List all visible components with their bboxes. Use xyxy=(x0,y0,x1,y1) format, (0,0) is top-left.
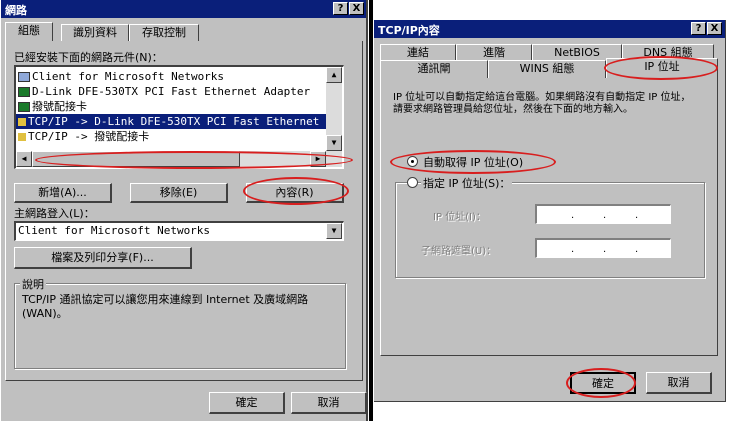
scroll-left-button[interactable]: ◀ xyxy=(16,151,32,167)
components-list[interactable]: Client for Microsoft Networks D-Link DFE… xyxy=(14,65,344,169)
ok-button[interactable]: 確定 xyxy=(570,372,636,394)
properties-button[interactable]: 內容(R) xyxy=(246,183,344,203)
tab-access-control[interactable]: 存取控制 xyxy=(129,24,199,42)
tcpip-window-titlebar[interactable]: TCP/IP內容 ? X xyxy=(374,20,725,38)
intro-text: IP 位址可以自動指定給這台電腦。如果網路沒有自動指定 IP 位址，請要求網路管… xyxy=(393,92,691,115)
list-item[interactable]: Client for Microsoft Networks xyxy=(18,69,224,84)
network-adapter-icon xyxy=(18,102,30,112)
radio-manual-ip-label[interactable]: 指定 IP 位址(S)： xyxy=(421,175,513,191)
network-adapter-icon xyxy=(18,87,30,97)
ip-address-label: IP 位址(I)： xyxy=(433,212,486,223)
list-item[interactable]: 撥號配接卡 xyxy=(18,99,87,114)
description-group-label: 說明 xyxy=(20,276,46,292)
cancel-button[interactable]: 取消 xyxy=(646,372,712,394)
remove-button[interactable]: 移除(E) xyxy=(130,183,228,203)
subnet-mask-label: 子網路遮罩(U)： xyxy=(421,246,497,257)
help-button[interactable]: ? xyxy=(333,2,348,15)
help-button[interactable]: ? xyxy=(691,22,706,35)
network-window-titlebar[interactable]: 網路 ? X xyxy=(1,0,366,18)
ip-address-panel: IP 位址可以自動指定給這台電腦。如果網路沒有自動指定 IP 位址，請要求網路管… xyxy=(380,78,718,356)
window-title: TCP/IP內容 xyxy=(378,24,440,37)
scroll-right-button[interactable]: ▶ xyxy=(310,151,326,167)
close-button[interactable]: X xyxy=(349,2,364,15)
tab-wins-configuration[interactable]: WINS 組態 xyxy=(488,60,606,78)
window-title: 網路 xyxy=(5,4,27,17)
primary-logon-label: 主網路登入(L)： xyxy=(14,207,95,220)
radio-auto-ip-label[interactable]: 自動取得 IP 位址(O) xyxy=(423,154,523,170)
protocol-icon xyxy=(18,118,26,126)
cancel-button[interactable]: 取消 xyxy=(291,392,367,414)
file-print-sharing-button[interactable]: 檔案及列印分享(F)... xyxy=(14,247,192,269)
tab-configuration[interactable]: 組態 xyxy=(5,22,53,42)
primary-logon-select[interactable]: Client for Microsoft Networks ▼ xyxy=(14,221,344,241)
installed-components-label: 已經安裝下面的網路元件(N)： xyxy=(14,51,163,64)
chevron-down-icon[interactable]: ▼ xyxy=(326,223,342,239)
window-divider xyxy=(369,0,373,421)
network-window: 網路 ? X 組態 識別資料 存取控制 已經安裝下面的網路元件(N)： Clie… xyxy=(0,0,368,421)
tcpip-properties-window: TCP/IP內容 ? X 連結 進階 NetBIOS DNS 組態 通訊閘 WI… xyxy=(374,20,726,402)
scroll-thumb[interactable] xyxy=(32,151,240,167)
configuration-panel: 已經安裝下面的網路元件(N)： Client for Microsoft Net… xyxy=(5,41,363,381)
scroll-up-button[interactable]: ▲ xyxy=(326,67,342,83)
primary-logon-value: Client for Microsoft Networks xyxy=(18,224,211,237)
radio-auto-ip[interactable] xyxy=(407,156,418,167)
close-button[interactable]: X xyxy=(707,22,722,35)
protocol-icon xyxy=(18,133,26,141)
description-text: TCP/IP 通訊協定可以讓您用來連線到 Internet 及廣域網路 (WAN… xyxy=(22,293,309,320)
ok-button[interactable]: 確定 xyxy=(209,392,285,414)
list-item[interactable]: D-Link DFE-530TX PCI Fast Ethernet Adapt… xyxy=(18,84,310,99)
ip-address-field[interactable]: . . . xyxy=(535,204,671,224)
subnet-mask-field[interactable]: . . . xyxy=(535,238,671,258)
list-item[interactable]: TCP/IP -> 撥號配接卡 xyxy=(18,129,149,144)
client-icon xyxy=(18,72,30,82)
scroll-down-button[interactable]: ▼ xyxy=(326,135,342,151)
manual-ip-group xyxy=(395,182,705,278)
tab-ip-address[interactable]: IP 位址 xyxy=(606,58,718,79)
tab-gateway[interactable]: 通訊閘 xyxy=(380,60,488,78)
add-button[interactable]: 新增(A)... xyxy=(14,183,112,203)
tab-identification[interactable]: 識別資料 xyxy=(61,24,129,42)
radio-manual-ip[interactable] xyxy=(407,177,418,188)
list-item-selected[interactable]: TCP/IP -> D-Link DFE-530TX PCI Fast Ethe… xyxy=(16,114,328,129)
